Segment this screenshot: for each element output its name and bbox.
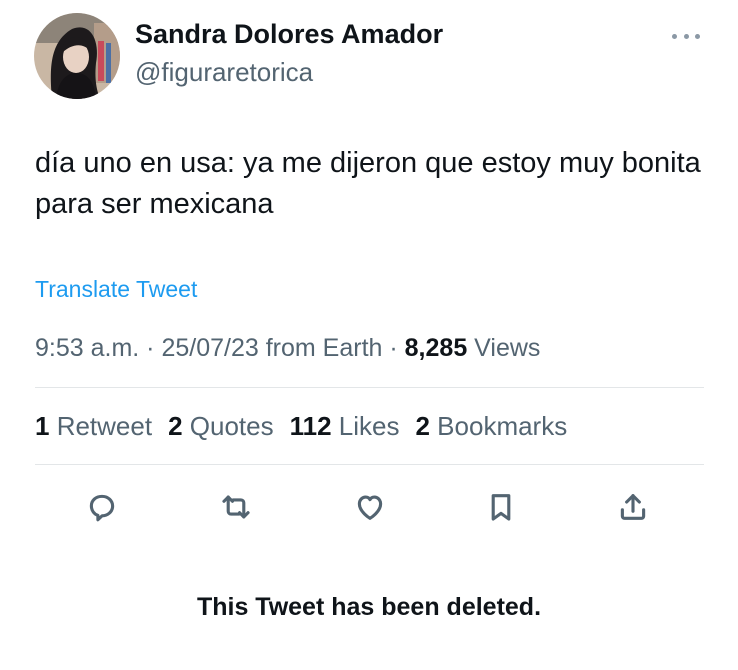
- views-label: Views: [467, 334, 541, 362]
- like-button[interactable]: [350, 487, 390, 527]
- tweet-time[interactable]: 9:53 a.m.: [35, 334, 139, 362]
- likes-stat[interactable]: 112 Likes: [290, 411, 400, 442]
- more-options-icon[interactable]: [668, 26, 704, 46]
- translate-tweet-link[interactable]: Translate Tweet: [35, 276, 197, 303]
- retweet-button[interactable]: [216, 487, 256, 527]
- bookmarks-stat[interactable]: 2 Bookmarks: [415, 411, 567, 442]
- like-icon: [357, 495, 383, 520]
- bookmarks-label: Bookmarks: [429, 411, 568, 441]
- retweets-label: Retweet: [49, 411, 153, 441]
- more-dot: [672, 33, 677, 39]
- reply-button[interactable]: [82, 487, 122, 527]
- likes-count: 112: [289, 411, 332, 441]
- retweets-stat[interactable]: 1 Retweet: [35, 411, 152, 442]
- meta-separator: ·: [382, 334, 405, 362]
- share-button[interactable]: [613, 487, 653, 527]
- share-icon: [620, 494, 646, 520]
- bookmark-button[interactable]: [481, 487, 521, 527]
- tweet-text: día uno en usa: ya me dijeron que estoy …: [35, 147, 701, 220]
- bookmark-icon: [491, 494, 511, 521]
- quotes-count: 2: [168, 411, 183, 441]
- author-display-name[interactable]: Sandra Dolores Amador: [135, 19, 443, 50]
- divider: [35, 464, 704, 465]
- reply-icon: [89, 494, 115, 522]
- quotes-stat[interactable]: 2 Quotes: [168, 411, 274, 442]
- likes-label: Likes: [331, 411, 400, 441]
- engagement-stats: 1 Retweet 2 Quotes 112 Likes 2 Bookmarks: [35, 411, 583, 442]
- quotes-label: Quotes: [182, 411, 274, 441]
- tweet-meta: 9:53 a.m. · 25/07/23 from Earth · 8,285 …: [35, 334, 540, 363]
- more-dot: [683, 33, 689, 39]
- more-dot: [695, 33, 700, 39]
- author-handle[interactable]: @figuraretorica: [135, 57, 313, 88]
- deleted-tweet-notice: This Tweet has been deleted.: [196, 593, 542, 621]
- tweet-source: from Earth: [258, 334, 383, 362]
- divider: [35, 387, 704, 388]
- bookmarks-count: 2: [415, 411, 430, 441]
- tweet-date[interactable]: 25/07/23: [161, 334, 258, 362]
- views-count: 8,285: [404, 334, 468, 362]
- avatar[interactable]: [34, 13, 120, 99]
- meta-separator: ·: [139, 334, 162, 362]
- retweets-count: 1: [35, 411, 50, 441]
- retweet-icon: [222, 495, 250, 519]
- avatar-image: [34, 13, 120, 99]
